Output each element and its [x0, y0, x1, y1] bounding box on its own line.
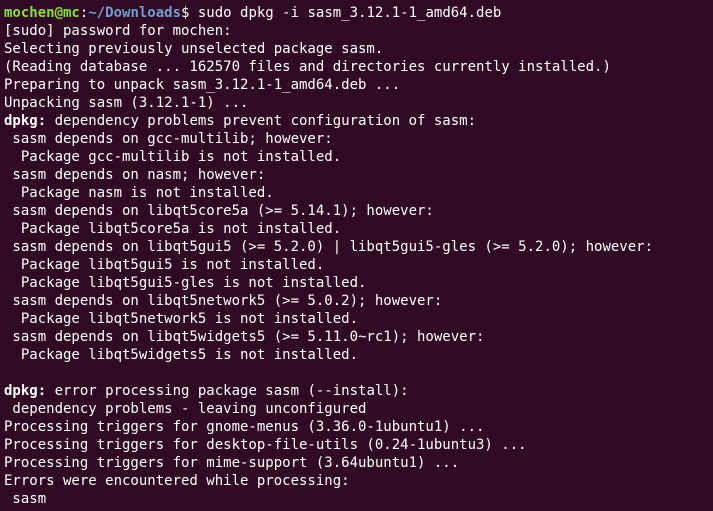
dependency-line: Package libqt5core5a is not installed.: [4, 221, 342, 237]
dependency-header-message: dependency problems prevent configuratio…: [46, 113, 477, 129]
output-line: Selecting previously unselected package …: [4, 41, 384, 57]
error-header-line: dpkg: error processing package sasm (--i…: [4, 382, 713, 400]
output-line: Errors were encountered while processing…: [4, 473, 350, 489]
output-line: Preparing to unpack sasm_3.12.1-1_amd64.…: [4, 77, 401, 93]
dependency-line: sasm depends on libqt5core5a (>= 5.14.1)…: [4, 203, 434, 219]
dependency-line: sasm depends on nasm; however:: [4, 167, 266, 183]
dependency-line: Package gcc-multilib is not installed.: [4, 149, 342, 165]
dependency-header-line: dpkg: dependency problems prevent config…: [4, 112, 713, 130]
output-line: sasm: [4, 491, 47, 507]
dependency-line: Package libqt5gui5 is not installed.: [4, 257, 325, 273]
dependency-line: Package libqt5widgets5 is not installed.: [4, 347, 359, 363]
output-line: Unpacking sasm (3.12.1-1) ...: [4, 95, 249, 111]
terminal-window[interactable]: mochen@mc:~/Downloads$ sudo dpkg -i sasm…: [0, 0, 713, 511]
dependency-line: Package nasm is not installed.: [4, 185, 274, 201]
dpkg-prefix: dpkg:: [4, 113, 47, 129]
dependency-line: sasm depends on libqt5gui5 (>= 5.2.0) | …: [4, 239, 654, 255]
error-header-message: error processing package sasm (--install…: [46, 383, 409, 399]
output-line: Processing triggers for desktop-file-uti…: [4, 437, 527, 453]
dpkg-error-prefix: dpkg:: [4, 383, 47, 399]
dependency-line: sasm depends on gcc-multilib; however:: [4, 131, 333, 147]
output-line: dependency problems - leaving unconfigur…: [4, 401, 367, 417]
prompt-path: ~/Downloads: [88, 5, 182, 21]
prompt-line: mochen@mc:~/Downloads$ sudo dpkg -i sasm…: [4, 4, 713, 22]
dependency-line: Package libqt5network5 is not installed.: [4, 311, 359, 327]
output-line: Processing triggers for mime-support (3.…: [4, 455, 460, 471]
prompt-user-host: mochen@mc: [4, 5, 80, 21]
dependency-line: sasm depends on libqt5widgets5 (>= 5.11.…: [4, 329, 485, 345]
output-line: [sudo] password for mochen:: [4, 23, 232, 39]
output-line: (Reading database ... 162570 files and d…: [4, 59, 611, 75]
output-line: Processing triggers for gnome-menus (3.3…: [4, 419, 485, 435]
prompt-command: sudo dpkg -i sasm_3.12.1-1_amd64.deb: [189, 5, 502, 21]
dependency-line: sasm depends on libqt5network5 (>= 5.0.2…: [4, 293, 443, 309]
dependency-line: Package libqt5gui5-gles is not installed…: [4, 275, 367, 291]
